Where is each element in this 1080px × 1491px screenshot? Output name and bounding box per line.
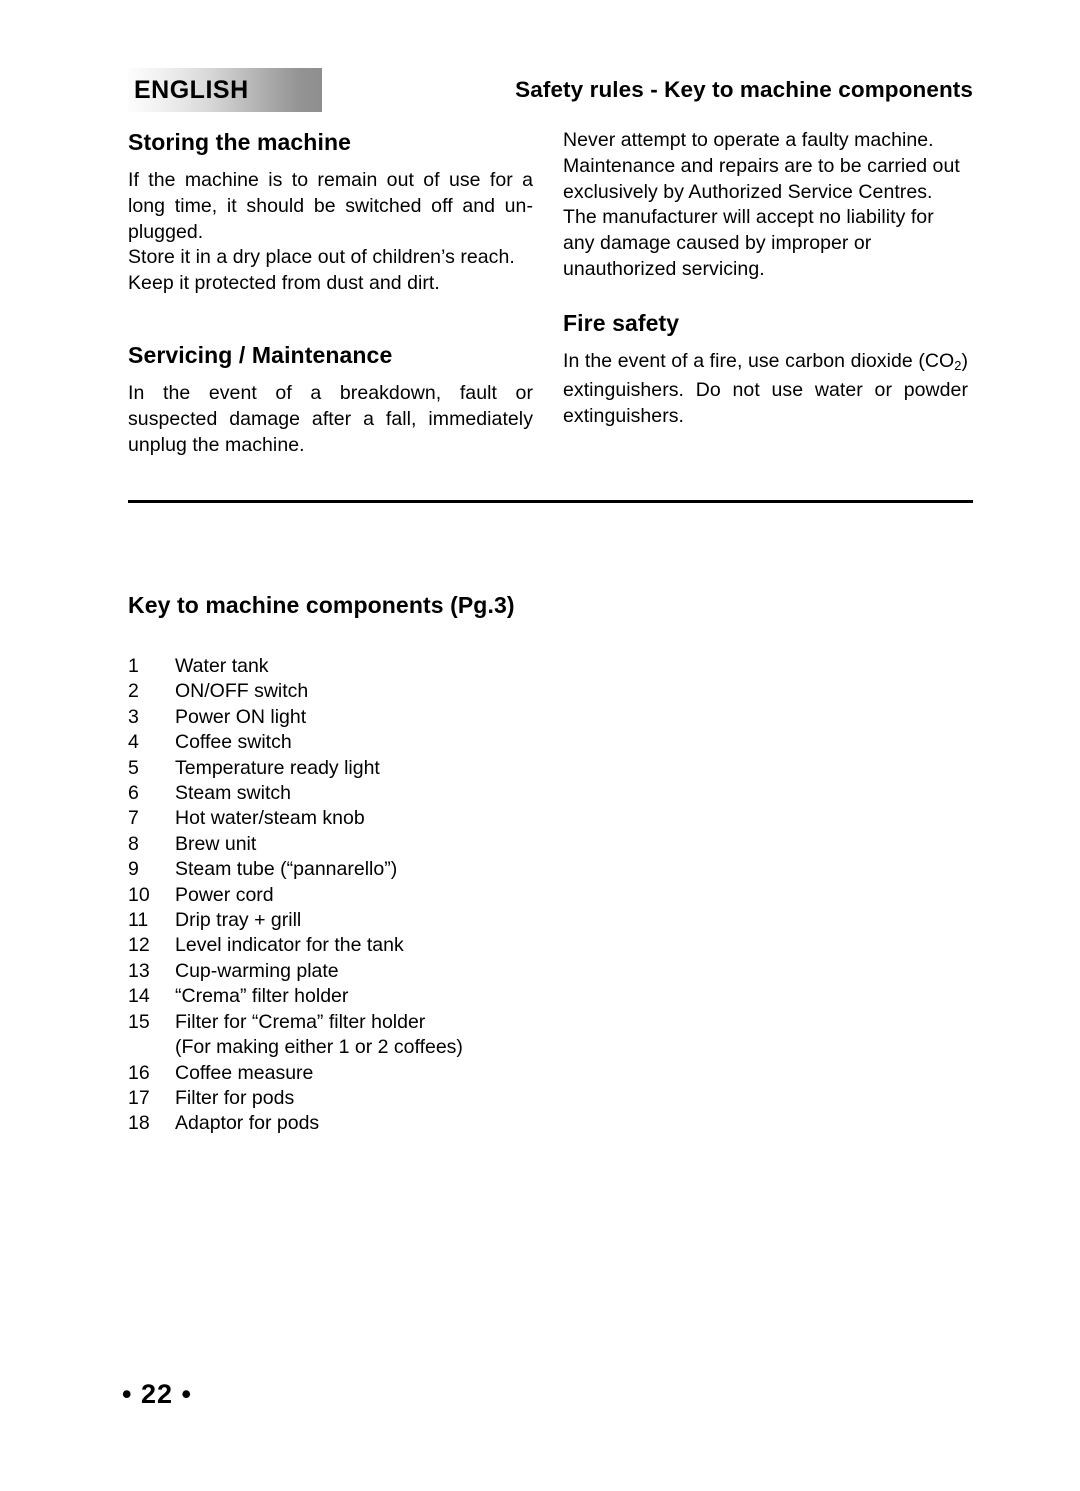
faulty-machine-paragraph-2: Maintenance and repairs are to be carrie… (563, 154, 960, 203)
key-component-label: Level indicator for the tank (175, 934, 404, 957)
key-component-label: Steam tube (“pannarello”) (175, 858, 398, 881)
key-component-number: 2 (128, 680, 139, 703)
key-component-item: 16 Coffee measure (128, 1061, 973, 1086)
key-component-label: Filter for “Crema” filter holder (175, 1010, 426, 1033)
key-components-heading: Key to machine components (Pg.3) (128, 592, 515, 618)
servicing-maintenance-heading: Servicing / Maintenance (128, 341, 393, 368)
key-component-item: 1 Water tank (128, 654, 973, 679)
key-component-label: Steam switch (175, 782, 291, 805)
key-component-item: 17 Filter for pods (128, 1086, 973, 1111)
page-header: ENGLISH Safety rules - Key to machine co… (128, 68, 973, 114)
key-component-label: ON/OFF switch (175, 680, 309, 703)
fire-safety-text-part1: In the event of a fire, use carbon dioxi… (563, 349, 955, 372)
key-component-number: 15 (128, 1010, 150, 1033)
key-component-item: 3 Power ON light (128, 705, 973, 730)
key-component-number: 8 (128, 832, 139, 855)
key-component-label: Coffee measure (175, 1061, 314, 1084)
key-component-number: 11 (128, 909, 149, 932)
left-column: Storing the machine If the machine is to… (128, 128, 533, 458)
key-component-number: 6 (128, 782, 139, 805)
key-component-number: 12 (128, 934, 150, 957)
right-column: Never attempt to operate a faulty machin… (563, 128, 968, 430)
key-component-item: 9 Steam tube (“pannarello”) (128, 857, 973, 882)
storing-the-machine-heading: Storing the machine (128, 129, 351, 155)
key-component-label: Water tank (175, 655, 269, 677)
horizontal-divider (128, 500, 973, 503)
key-component-number: 7 (128, 807, 139, 830)
key-component-item: 2 ON/OFF switch (128, 679, 973, 704)
key-component-number: 9 (128, 858, 139, 881)
key-component-item: 18 Adaptor for pods (128, 1111, 973, 1136)
key-component-number: 4 (128, 731, 139, 754)
key-component-label: Filter for pods (175, 1086, 295, 1109)
storing-paragraph-1: If the machine is to remain out of use f… (128, 169, 533, 243)
key-component-item: 4 Coffee switch (128, 730, 973, 755)
key-component-item: 15 Filter for “Crema” filter holder (128, 1010, 973, 1035)
key-component-subline: (For making either 1 or 2 coffees) (175, 1036, 463, 1059)
key-component-number: 14 (128, 985, 150, 1008)
key-component-item: 5 Temperature ready light (128, 756, 973, 781)
language-tab: ENGLISH (128, 68, 322, 112)
key-component-label: Brew unit (175, 832, 257, 855)
key-component-item: 11 Drip tray + grill (128, 908, 973, 933)
key-component-label: Temperature ready light (175, 756, 380, 779)
key-component-number: 10 (128, 883, 150, 906)
servicing-paragraph-1: In the event of a breakdown, fault or su… (128, 381, 533, 456)
key-component-item: 12 Level indicator for the tank (128, 933, 973, 958)
key-component-number: 16 (128, 1061, 150, 1084)
key-component-label: Power ON light (175, 705, 307, 728)
key-component-number: 17 (128, 1086, 150, 1109)
faulty-machine-paragraph-1: Never attempt to operate a faulty machin… (563, 129, 934, 151)
key-component-number: 3 (128, 705, 139, 728)
key-component-label: Drip tray + grill (175, 909, 302, 932)
header-title: Safety rules - Key to machine components (515, 77, 973, 102)
key-component-item: 8 Brew unit (128, 832, 973, 857)
key-component-label: Cup-warming plate (175, 959, 339, 982)
key-component-item: 14 “Crema” filter holder (128, 984, 973, 1009)
document-page: ENGLISH Safety rules - Key to machine co… (0, 0, 1080, 1491)
key-component-label: Power cord (175, 883, 274, 906)
key-component-number: 18 (128, 1112, 150, 1135)
fire-safety-heading: Fire safety (563, 309, 680, 336)
key-component-label: Hot water/steam knob (175, 807, 365, 830)
language-tab-label: ENGLISH (134, 76, 249, 104)
key-component-label: “Crema” filter holder (175, 985, 349, 1008)
key-component-item: 13 Cup-warming plate (128, 959, 973, 984)
key-to-machine-components-section: Key to machine components (Pg.3) 1 Water … (128, 590, 973, 1137)
fire-safety-paragraph: In the event of a fire, use carbon dioxi… (563, 349, 968, 430)
key-component-label: Adaptor for pods (175, 1112, 320, 1135)
key-component-number: 1 (128, 655, 139, 677)
key-component-item: 10 Power cord (128, 883, 973, 908)
faulty-machine-paragraph-3: The manufacturer will accept no liabilit… (563, 206, 934, 280)
key-component-item: 7 Hot water/steam knob (128, 806, 973, 831)
storing-paragraph-3: Keep it protected from dust and dirt. (128, 272, 440, 295)
key-component-number: 5 (128, 756, 139, 779)
page-number: • 22 • (122, 1379, 192, 1409)
key-components-list: 1 Water tank 2 ON/OFF switch 3 Power ON light… (128, 654, 973, 1137)
storing-paragraph-2: Store it in a dry place out of children’… (128, 246, 515, 269)
key-component-number: 13 (128, 959, 150, 982)
key-component-label: Coffee switch (175, 731, 292, 754)
key-component-item: 6 Steam switch (128, 781, 973, 806)
